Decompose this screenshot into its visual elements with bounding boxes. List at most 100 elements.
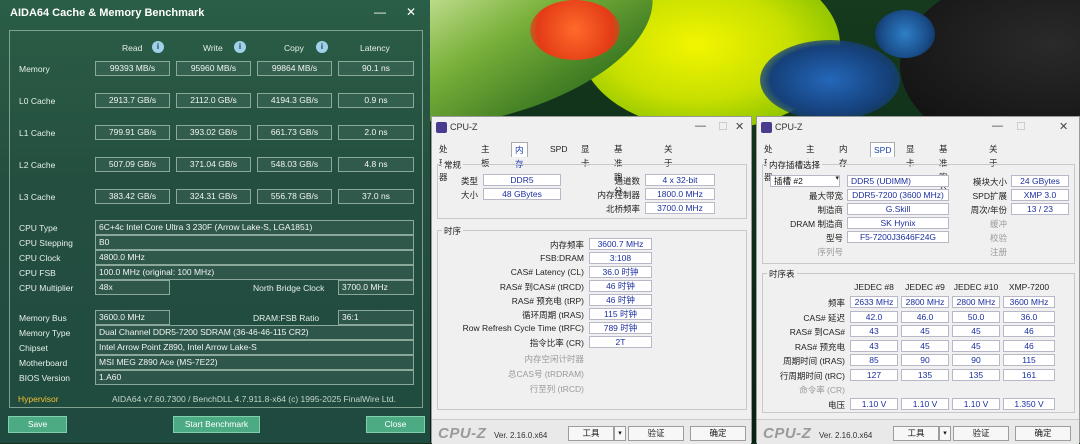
tools-dropdown-icon[interactable]: ▾ xyxy=(614,426,626,441)
minimize-icon[interactable]: — xyxy=(695,120,706,132)
tools-button[interactable]: 工具 xyxy=(568,426,614,441)
close-icon[interactable]: ✕ xyxy=(735,120,744,133)
memory-write-value: 95960 MB/s xyxy=(176,61,251,76)
wallpaper-bird-eye xyxy=(875,10,935,58)
maximize-icon: ☐ xyxy=(1016,121,1026,133)
row-to-column-label: 行至列 (tRCD) xyxy=(529,384,584,394)
trfc-label: Row Refresh Cycle Time (tRFC) xyxy=(462,323,584,333)
cpu-multiplier-label: CPU Multiplier xyxy=(19,283,74,293)
cas-latency-label: CAS# Latency (CL) xyxy=(510,267,584,277)
minimize-icon[interactable]: — xyxy=(992,120,1003,132)
cpuz-window-title: CPU-Z xyxy=(450,122,478,132)
tab-graphics[interactable]: 显卡 xyxy=(578,142,593,168)
tab-bench[interactable]: 基准跑分 xyxy=(611,142,626,196)
validate-button[interactable]: 验证 xyxy=(628,426,684,441)
motherboard-label: Motherboard xyxy=(19,358,68,368)
memory-controller-label: 内存控制器 xyxy=(597,190,640,200)
row-label-l3: L3 Cache xyxy=(19,192,56,202)
tab-cpu[interactable]: 处理器 xyxy=(761,142,776,182)
tab-about[interactable]: 关于 xyxy=(661,142,676,168)
ok-button[interactable]: 确定 xyxy=(690,426,746,441)
tab-spd[interactable]: SPD xyxy=(870,142,896,157)
cpuz-memory-window: CPU-Z — ☐ ✕ 处理器 主板 内存 SPD 显卡 基准跑分 关于 常规 … xyxy=(431,116,752,444)
timing-row-label: CAS# 延迟 xyxy=(803,312,845,323)
memory-type-label: Memory Type xyxy=(19,328,71,338)
close-window-button[interactable]: ✕ xyxy=(406,5,416,19)
serial-label: 序列号 xyxy=(817,247,843,257)
start-benchmark-button[interactable]: Start Benchmark xyxy=(173,416,260,433)
command-rate-label: 指令比率 (CR) xyxy=(529,338,584,348)
cas-latency-value: 36.0 时钟 xyxy=(589,266,652,278)
tab-about[interactable]: 关于 xyxy=(986,142,1001,168)
correction-label: 校验 xyxy=(989,233,1007,243)
timing-table-group: 时序表 JEDEC #8 JEDEC #9 JEDEC #10 XMP-7200… xyxy=(762,268,1075,413)
timing-cell: 85 xyxy=(850,354,898,366)
l2-write-value: 371.04 GB/s xyxy=(176,157,251,172)
memory-bus-value: 3600.0 MHz xyxy=(95,310,170,325)
tab-bench[interactable]: 基准跑分 xyxy=(936,142,951,196)
timing-cell: 46 xyxy=(1003,325,1055,337)
tab-memory[interactable]: 内存 xyxy=(836,142,851,168)
copy-info-icon[interactable]: i xyxy=(316,41,328,53)
timing-table-title: 时序表 xyxy=(767,268,797,280)
tab-cpu[interactable]: 处理器 xyxy=(436,142,451,182)
validate-button[interactable]: 验证 xyxy=(953,426,1009,441)
spd-ext-value: XMP 3.0 xyxy=(1011,189,1069,201)
cpu-clock-value: 4800.0 MHz xyxy=(95,250,414,265)
memory-controller-value: 1800.0 MHz xyxy=(645,188,715,200)
timing-cell: 45 xyxy=(901,325,949,337)
week-year-value: 13 / 23 xyxy=(1011,203,1069,215)
tab-spd[interactable]: SPD xyxy=(547,142,570,157)
minimize-button[interactable]: — xyxy=(374,5,386,19)
size-label: 大小 xyxy=(460,190,478,200)
l0-read-value: 2913.7 GB/s xyxy=(95,93,170,108)
tab-mainboard[interactable]: 主板 xyxy=(803,142,818,168)
timing-cell: 2633 MHz xyxy=(850,296,898,308)
timing-header-xmp: XMP-7200 xyxy=(1008,282,1050,292)
chipset-label: Chipset xyxy=(19,343,48,353)
nb-clock-label: North Bridge Clock xyxy=(253,283,325,293)
dram-manufacturer-label: DRAM 制造商 xyxy=(790,219,843,229)
timing-cell: 127 xyxy=(850,368,898,381)
slot-dropdown-icon[interactable]: ▾ xyxy=(829,174,839,182)
nb-frequency-label: 北桥频率 xyxy=(605,204,640,214)
cpuz-app-icon xyxy=(436,122,447,133)
tools-dropdown-icon[interactable]: ▾ xyxy=(939,426,951,441)
maximize-icon: ☐ xyxy=(718,121,728,133)
timing-cell: 1.10 V xyxy=(850,397,898,410)
memory-latency-value: 90.1 ns xyxy=(338,61,414,76)
trp-value: 46 时钟 xyxy=(589,294,652,306)
max-bandwidth-label: 最大带宽 xyxy=(808,191,843,201)
ok-button[interactable]: 确定 xyxy=(1015,426,1071,441)
timing-row-label: RAS# 到CAS# xyxy=(789,327,845,337)
hypervisor-link[interactable]: Hypervisor xyxy=(18,394,59,404)
tab-graphics[interactable]: 显卡 xyxy=(903,142,918,168)
timing-cell: 135 xyxy=(901,368,949,381)
module-type-value: DDR5 (UDIMM) xyxy=(847,175,949,187)
timing-cell: 115 xyxy=(1003,354,1055,366)
type-value: DDR5 xyxy=(483,174,561,186)
write-info-icon[interactable]: i xyxy=(234,41,246,53)
cpu-clock-label: CPU Clock xyxy=(19,253,61,263)
close-icon[interactable]: ✕ xyxy=(1059,120,1068,133)
channels-value: 4 x 32-bit xyxy=(645,174,715,186)
save-button[interactable]: Save xyxy=(8,416,67,433)
cpuz-footer: CPU-Z Ver. 2.16.0.x64 工具 ▾ 验证 确定 xyxy=(757,419,1079,444)
tools-button[interactable]: 工具 xyxy=(893,426,939,441)
column-header-write: Write xyxy=(203,43,223,53)
timing-cell: 45 xyxy=(952,339,1000,352)
bios-label: BIOS Version xyxy=(19,373,71,383)
buffered-label: 缓冲 xyxy=(989,219,1007,229)
cpuz-app-icon xyxy=(761,122,772,133)
tab-memory[interactable]: 内存 xyxy=(511,142,528,169)
close-button[interactable]: Close xyxy=(366,416,425,433)
column-header-latency: Latency xyxy=(360,43,390,53)
part-number-label: 型号 xyxy=(825,233,843,243)
read-info-icon[interactable]: i xyxy=(152,41,164,53)
timing-cell: 43 xyxy=(850,339,898,352)
timing-cell: 2800 MHz xyxy=(901,296,949,308)
tab-mainboard[interactable]: 主板 xyxy=(478,142,493,168)
l1-write-value: 393.02 GB/s xyxy=(176,125,251,140)
l3-read-value: 383.42 GB/s xyxy=(95,189,170,204)
cpu-fsb-value: 100.0 MHz (original: 100 MHz) xyxy=(95,265,414,280)
